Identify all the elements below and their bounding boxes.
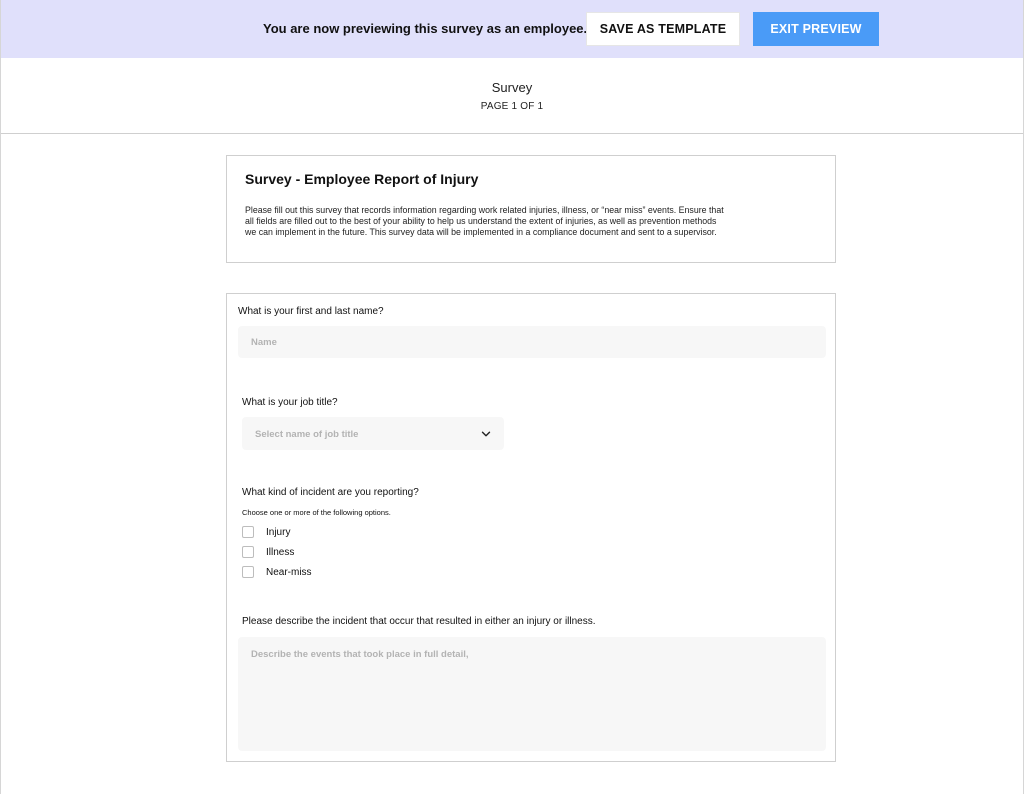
incident-type-question-label: What kind of incident are you reporting? bbox=[242, 487, 419, 498]
chevron-down-icon bbox=[481, 431, 491, 437]
incident-option-injury[interactable]: Injury bbox=[242, 525, 290, 539]
preview-banner: You are now previewing this survey as an… bbox=[1, 0, 1023, 58]
injury-option-label: Injury bbox=[266, 526, 291, 538]
near-miss-checkbox[interactable] bbox=[242, 566, 254, 578]
job-title-question-label: What is your job title? bbox=[242, 397, 338, 408]
illness-checkbox[interactable] bbox=[242, 546, 254, 558]
survey-heading: Survey - Employee Report of Injury bbox=[245, 171, 479, 187]
job-title-select-placeholder: Select name of job title bbox=[255, 429, 359, 440]
name-question-label: What is your first and last name? bbox=[238, 306, 384, 317]
incident-description-textarea[interactable] bbox=[238, 637, 826, 751]
incident-type-hint: Choose one or more of the following opti… bbox=[242, 508, 391, 517]
survey-form-card: What is your first and last name? What i… bbox=[226, 293, 836, 762]
injury-checkbox[interactable] bbox=[242, 526, 254, 538]
survey-intro-card: Survey - Employee Report of Injury Pleas… bbox=[226, 155, 836, 263]
incident-description-question-label: Please describe the incident that occur … bbox=[242, 616, 596, 627]
incident-option-illness[interactable]: Illness bbox=[242, 545, 294, 559]
incident-option-near-miss[interactable]: Near-miss bbox=[242, 565, 312, 579]
job-title-select[interactable]: Select name of job title bbox=[242, 417, 504, 450]
illness-option-label: Illness bbox=[266, 546, 295, 558]
survey-title: Survey bbox=[491, 80, 533, 95]
page-indicator: PAGE 1 OF 1 bbox=[480, 101, 544, 112]
survey-header: Survey PAGE 1 OF 1 bbox=[1, 58, 1023, 134]
name-input[interactable] bbox=[238, 326, 826, 358]
exit-preview-button[interactable]: EXIT PREVIEW bbox=[753, 12, 879, 46]
near-miss-option-label: Near-miss bbox=[266, 566, 312, 578]
survey-description: Please fill out this survey that records… bbox=[245, 205, 724, 238]
save-as-template-button[interactable]: SAVE AS TEMPLATE bbox=[586, 12, 740, 46]
preview-message: You are now previewing this survey as an… bbox=[263, 21, 588, 36]
